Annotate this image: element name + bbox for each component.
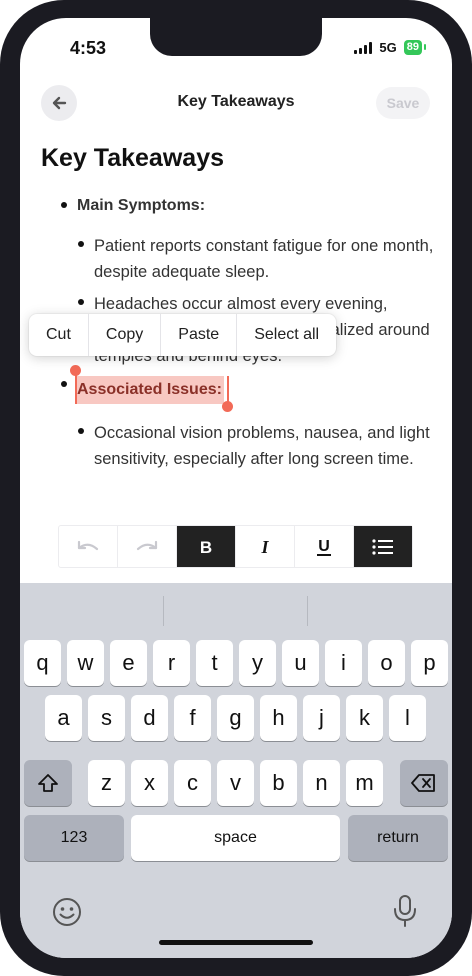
underline-icon: U bbox=[317, 538, 331, 556]
bold-icon: B bbox=[200, 538, 212, 556]
notch bbox=[150, 18, 322, 56]
document-title[interactable]: Key Takeaways bbox=[41, 144, 224, 173]
dictation-button[interactable] bbox=[390, 894, 420, 928]
copy-menu-item[interactable]: Copy bbox=[89, 314, 162, 356]
key-b[interactable]: b bbox=[260, 760, 297, 806]
list-item[interactable]: Patient reports constant fatigue for one… bbox=[94, 233, 434, 285]
italic-icon: I bbox=[260, 538, 269, 556]
svg-text:U: U bbox=[318, 538, 330, 555]
signal-icon bbox=[354, 41, 373, 54]
list-item[interactable]: Occasional vision problems, nausea, and … bbox=[94, 420, 434, 472]
select-all-menu-item[interactable]: Select all bbox=[237, 314, 336, 356]
key-v[interactable]: v bbox=[217, 760, 254, 806]
space-key[interactable]: space bbox=[131, 815, 340, 861]
svg-text:B: B bbox=[200, 538, 212, 556]
key-t[interactable]: t bbox=[196, 640, 233, 686]
selected-text[interactable]: Associated Issues: bbox=[75, 376, 224, 404]
selection-handle-start-knob[interactable] bbox=[70, 365, 81, 376]
key-p[interactable]: p bbox=[411, 640, 448, 686]
microphone-icon bbox=[394, 895, 416, 927]
key-h[interactable]: h bbox=[260, 695, 297, 741]
emoji-button[interactable] bbox=[51, 896, 83, 928]
save-button[interactable]: Save bbox=[376, 87, 430, 119]
list-button[interactable] bbox=[354, 526, 412, 567]
undo-icon bbox=[77, 540, 99, 550]
bullet-dot bbox=[78, 428, 84, 434]
svg-text:I: I bbox=[260, 538, 269, 556]
key-g[interactable]: g bbox=[217, 695, 254, 741]
backspace-key[interactable] bbox=[400, 760, 448, 806]
selection-handle-end-knob[interactable] bbox=[222, 401, 233, 412]
key-c[interactable]: c bbox=[174, 760, 211, 806]
key-f[interactable]: f bbox=[174, 695, 211, 741]
key-x[interactable]: x bbox=[131, 760, 168, 806]
key-s[interactable]: s bbox=[88, 695, 125, 741]
battery-icon: 89 bbox=[403, 40, 427, 55]
key-e[interactable]: e bbox=[110, 640, 147, 686]
emoji-icon bbox=[53, 898, 81, 926]
home-indicator bbox=[159, 940, 313, 945]
bullet-dot bbox=[61, 202, 67, 208]
key-w[interactable]: w bbox=[67, 640, 104, 686]
backspace-icon bbox=[411, 774, 435, 792]
suggestion-divider bbox=[163, 596, 164, 626]
selection-handle-end[interactable] bbox=[227, 376, 229, 404]
bullet-dot bbox=[78, 241, 84, 247]
underline-button[interactable]: U bbox=[295, 526, 354, 567]
key-y[interactable]: y bbox=[239, 640, 276, 686]
keyboard: q w e r t y u i o p a s d f g h j k l z … bbox=[20, 583, 452, 958]
paste-menu-item[interactable]: Paste bbox=[161, 314, 238, 356]
redo-icon bbox=[136, 540, 158, 550]
phone-frame: 4:53 5G 89 Key Takeaways Save Key Takeaw… bbox=[0, 0, 472, 976]
status-time: 4:53 bbox=[70, 38, 107, 58]
key-q[interactable]: q bbox=[24, 640, 61, 686]
key-l[interactable]: l bbox=[389, 695, 426, 741]
undo-button[interactable] bbox=[59, 526, 118, 567]
key-a[interactable]: a bbox=[45, 695, 82, 741]
bullet-dot bbox=[61, 381, 67, 387]
section-heading-main-symptoms[interactable]: Main Symptoms: bbox=[77, 197, 205, 215]
key-d[interactable]: d bbox=[131, 695, 168, 741]
context-menu: Cut Copy Paste Select all bbox=[29, 314, 337, 356]
key-u[interactable]: u bbox=[282, 640, 319, 686]
key-k[interactable]: k bbox=[346, 695, 383, 741]
redo-button[interactable] bbox=[118, 526, 177, 567]
key-i[interactable]: i bbox=[325, 640, 362, 686]
numbers-key[interactable]: 123 bbox=[24, 815, 124, 861]
key-m[interactable]: m bbox=[346, 760, 383, 806]
screen: 4:53 5G 89 Key Takeaways Save Key Takeaw… bbox=[20, 18, 452, 958]
italic-button[interactable]: I bbox=[236, 526, 295, 567]
return-key[interactable]: return bbox=[348, 815, 448, 861]
format-toolbar: B I U bbox=[58, 525, 413, 568]
key-o[interactable]: o bbox=[368, 640, 405, 686]
shift-key[interactable] bbox=[24, 760, 72, 806]
bullet-dot bbox=[78, 299, 84, 305]
suggestion-divider bbox=[307, 596, 308, 626]
status-indicators: 5G 89 bbox=[354, 40, 427, 55]
key-z[interactable]: z bbox=[88, 760, 125, 806]
bold-button[interactable]: B bbox=[177, 526, 236, 567]
network-label: 5G bbox=[379, 40, 397, 55]
key-j[interactable]: j bbox=[303, 695, 340, 741]
list-icon bbox=[372, 538, 393, 555]
key-r[interactable]: r bbox=[153, 640, 190, 686]
key-n[interactable]: n bbox=[303, 760, 340, 806]
cut-menu-item[interactable]: Cut bbox=[29, 314, 89, 356]
shift-icon bbox=[38, 774, 58, 792]
